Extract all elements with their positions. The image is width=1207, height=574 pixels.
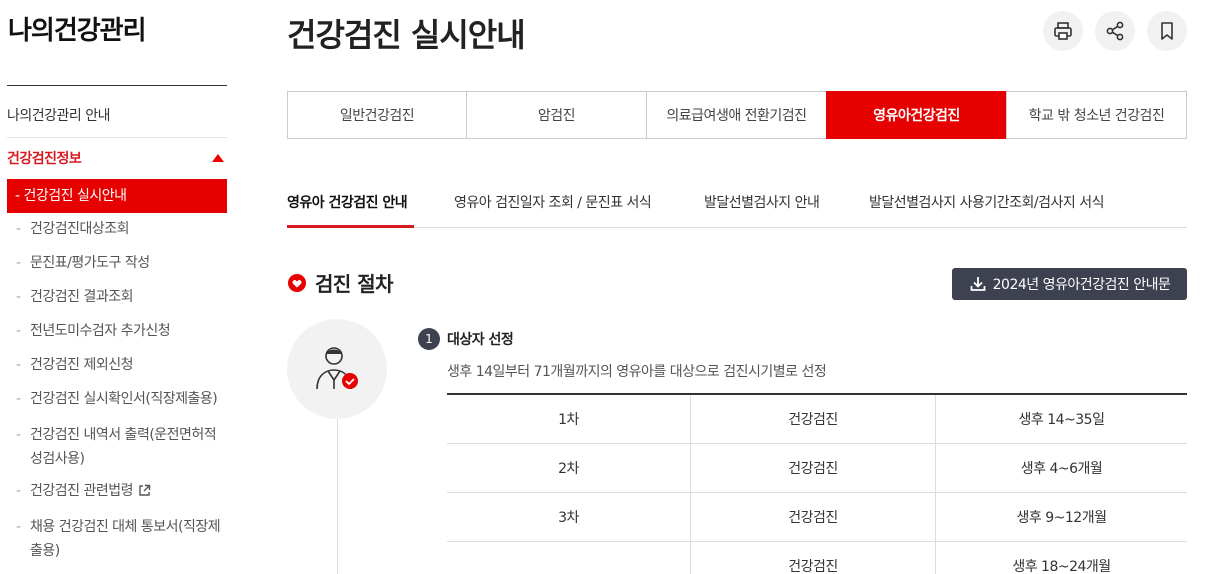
tab-out-of-school-youth-checkup[interactable]: 학교 밖 청소년 건강검진 [1006, 91, 1187, 139]
table-row: 1차 건강검진 생후 14~35일 [447, 395, 1187, 444]
sidebar-item-additional-request[interactable]: - 전년도미수검자 추가신청 [16, 321, 227, 341]
checkup-schedule-table: 1차 건강검진 생후 14~35일 2차 건강검진 생후 4~6개월 3차 건강… [447, 393, 1187, 574]
tab-medical-aid-checkup[interactable]: 의료급여생애 전환기검진 [646, 91, 827, 139]
bookmark-button[interactable] [1147, 11, 1187, 51]
table-cell-round [447, 542, 690, 574]
sidebar-item-target-check[interactable]: - 건강검진대상조회 [16, 219, 227, 239]
table-cell-type: 건강검진 [690, 542, 935, 574]
dash-marker: - [16, 323, 21, 339]
sidebar-item-history-print[interactable]: - 건강검진 내역서 출력(운전면허적성검사용) [16, 423, 227, 471]
sidebar-item-label: 문진표/평가도구 작성 [30, 255, 150, 271]
table-cell-period: 생후 14~35일 [935, 395, 1187, 443]
step-number-badge: 1 [418, 328, 440, 350]
subtab-infant-guide[interactable]: 영유아 건강검진 안내 [287, 192, 408, 212]
dash-marker: - [16, 255, 21, 271]
table-cell-period: 생후 18~24개월 [935, 542, 1187, 574]
download-icon [970, 277, 986, 291]
sidebar-item-results[interactable]: - 건강검진 결과조회 [16, 287, 227, 307]
section-heading: 검진 절차 [287, 268, 394, 297]
download-guide-button[interactable]: 2024년 영유아건강검진 안내문 [952, 268, 1187, 300]
sidebar-item-label-wrap: 건강검진 관련법령 [16, 481, 227, 501]
person-check-icon [316, 347, 358, 390]
sidebar-item-active[interactable]: - 건강검진 실시안내 [7, 179, 227, 213]
dash-marker: - [16, 289, 21, 305]
dash-marker: - [16, 519, 21, 535]
share-button[interactable] [1095, 11, 1135, 51]
tab-general-checkup[interactable]: 일반건강검진 [287, 91, 467, 139]
sidebar-title: 나의건강관리 [8, 16, 147, 46]
table-row: 2차 건강검진 생후 4~6개월 [447, 444, 1187, 493]
step-title: 대상자 선정 [447, 332, 514, 348]
dash-marker: - [16, 427, 21, 443]
section-title: 검진 절차 [315, 272, 394, 296]
subtab-bar: 영유아 건강검진 안내 영유아 검진일자 조회 / 문진표 서식 발달선별검사지… [287, 180, 1187, 228]
sidebar-item-employment-notice[interactable]: - 채용 건강검진 대체 통보서(직장제출용) [16, 515, 227, 563]
bookmark-icon [1161, 22, 1173, 40]
sidebar-item-exclusion[interactable]: - 건강검진 제외신청 [16, 355, 227, 375]
sidebar-item-label: 건강검진 내역서 출력(운전면허적성검사용) [30, 427, 217, 467]
dash-marker: - [15, 188, 24, 204]
sidebar-item-confirmation[interactable]: - 건강검진 실시확인서(직장제출용) [16, 389, 227, 409]
table-cell-type: 건강검진 [690, 444, 935, 492]
active-subtab-indicator [287, 225, 414, 228]
table-row: 3차 건강검진 생후 9~12개월 [447, 493, 1187, 542]
table-cell-type: 건강검진 [690, 493, 935, 541]
tab-cancer-checkup[interactable]: 암검진 [466, 91, 647, 139]
dash-marker: - [16, 221, 21, 237]
sidebar-item-laws[interactable]: - 건강검진 관련법령 [16, 481, 227, 501]
share-icon [1106, 21, 1124, 41]
dash-marker: - [16, 357, 21, 373]
external-link-icon [139, 484, 151, 496]
sidebar-section-checkup-info[interactable]: 건강검진정보 [7, 142, 227, 176]
step-illustration [287, 319, 387, 419]
sidebar-item-label: 건강검진대상조회 [30, 221, 130, 237]
sidebar-section-label: 건강검진정보 [7, 151, 82, 167]
dash-marker: - [16, 483, 21, 499]
sidebar-item-label: 건강검진 관련법령 [30, 483, 134, 499]
page-title: 건강검진 실시안내 [287, 16, 526, 54]
table-cell-period: 생후 4~6개월 [935, 444, 1187, 492]
table-cell-type: 건강검진 [690, 395, 935, 443]
download-guide-label: 2024년 영유아건강검진 안내문 [992, 277, 1171, 293]
sidebar-item-label: 건강검진 실시안내 [23, 188, 128, 204]
sidebar-item-label: 건강검진 결과조회 [30, 289, 134, 305]
subtab-screening-period[interactable]: 발달선별검사지 사용기간조회/검사지 서식 [869, 192, 1104, 212]
checkup-type-tabs: 일반건강검진 암검진 의료급여생애 전환기검진 영유아건강검진 학교 밖 청소년… [287, 91, 1187, 139]
sidebar: 나의건강관리 나의건강관리 안내 건강검진정보 - 건강검진 실시안내 - 건강검… [0, 0, 227, 574]
table-cell-round: 3차 [558, 510, 579, 526]
timeline-line [337, 419, 338, 574]
table-cell-round: 2차 [558, 461, 579, 477]
sidebar-divider [7, 85, 227, 86]
dash-marker: - [16, 391, 21, 407]
subtab-developmental-screening[interactable]: 발달선별검사지 안내 [704, 192, 820, 212]
tab-infant-checkup[interactable]: 영유아건강검진 [826, 91, 1007, 139]
table-cell-period: 생후 9~12개월 [935, 493, 1187, 541]
sidebar-item-label: 전년도미수검자 추가신청 [30, 323, 171, 339]
collapse-arrow-icon [212, 154, 224, 162]
sidebar-item-my-health-guide[interactable]: 나의건강관리 안내 [7, 101, 227, 138]
subtab-date-lookup[interactable]: 영유아 검진일자 조회 / 문진표 서식 [454, 192, 652, 212]
table-cell-round: 1차 [558, 412, 579, 428]
step-description: 생후 14일부터 71개월까지의 영유아를 대상으로 검진시기별로 선정 [447, 364, 827, 380]
sidebar-item-label: 건강검진 실시확인서(직장제출용) [30, 391, 218, 407]
sidebar-item-label: 건강검진 제외신청 [30, 357, 134, 373]
sidebar-item-label: 채용 건강검진 대체 통보서(직장제출용) [30, 519, 221, 559]
print-icon [1054, 22, 1072, 40]
sidebar-item-questionnaire[interactable]: - 문진표/평가도구 작성 [16, 253, 227, 273]
table-row: 건강검진 생후 18~24개월 [447, 542, 1187, 574]
print-button[interactable] [1043, 11, 1083, 51]
heart-bullet-icon [288, 273, 306, 292]
